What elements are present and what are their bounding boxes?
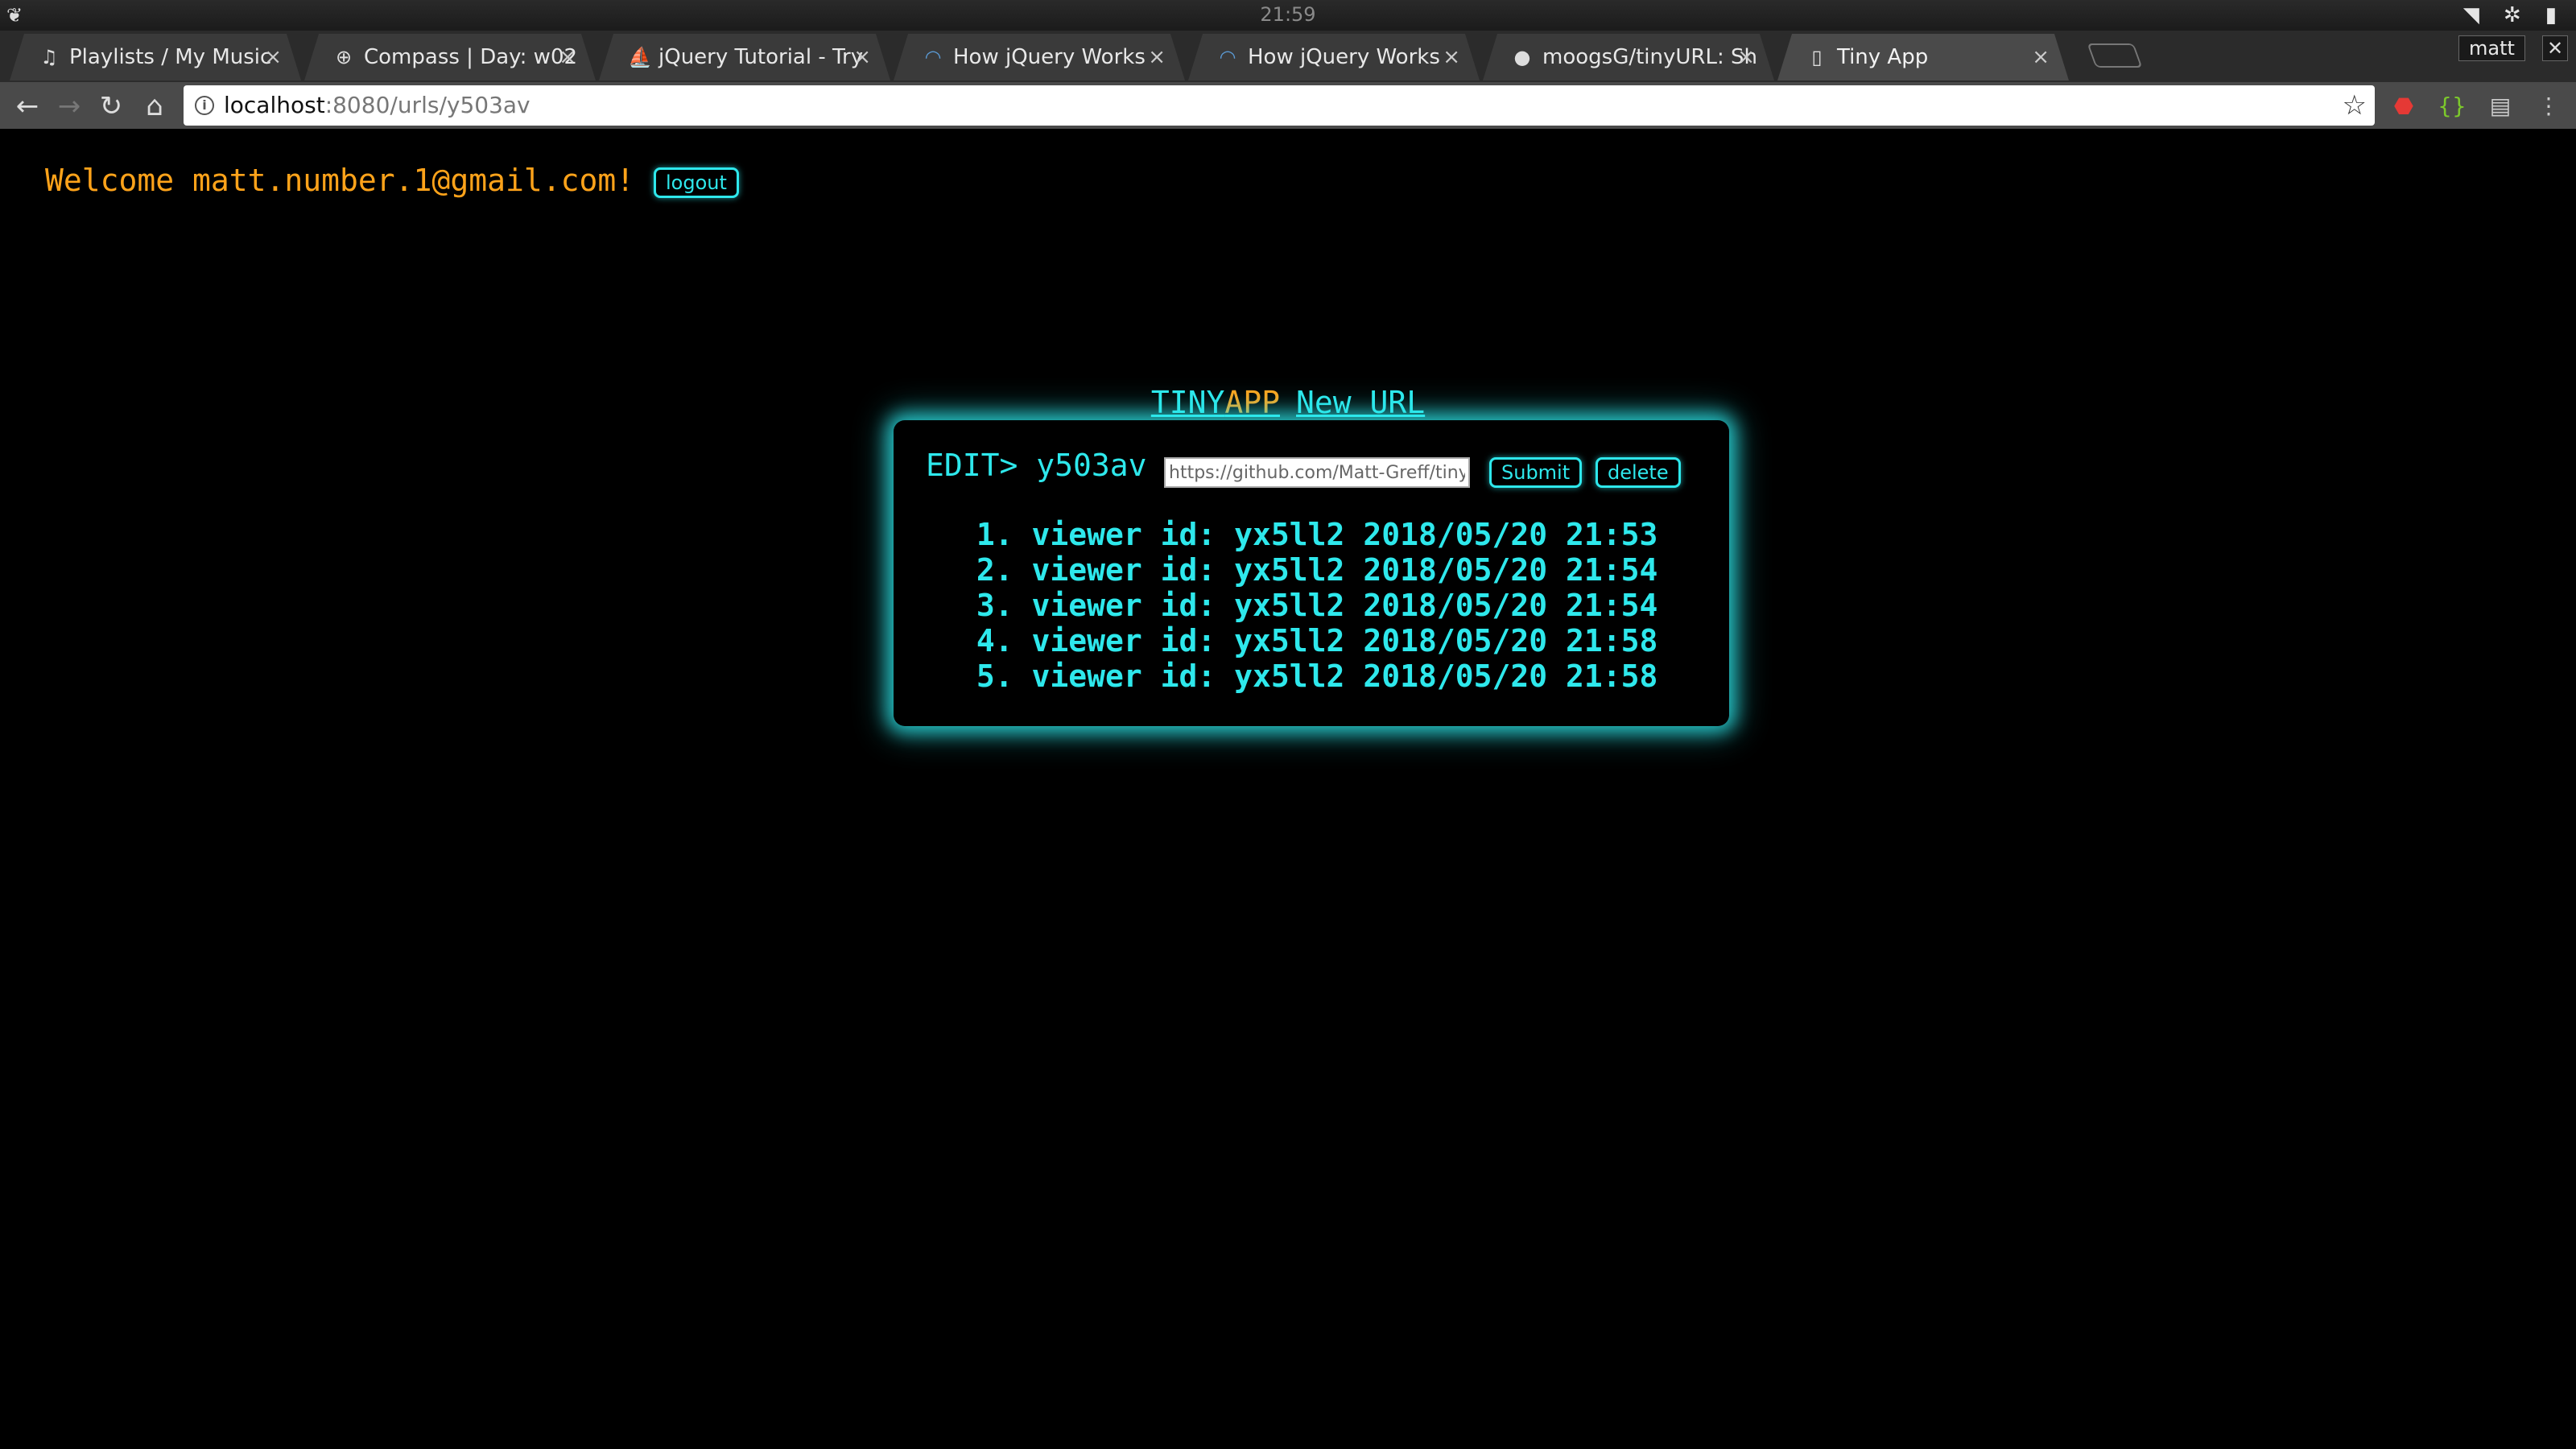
print-extension-icon[interactable]: ▤ [2484,90,2516,122]
tab-title: Compass | Day: w02 [364,45,578,69]
close-icon[interactable]: × [1148,34,1166,80]
list-item: 3. viewer id: yx5ll2 2018/05/20 21:54 [958,588,1658,623]
list-item: 2. viewer id: yx5ll2 2018/05/20 21:54 [958,552,1658,588]
close-icon[interactable]: × [1737,34,1755,80]
title-tiny: TINY [1150,385,1225,420]
page-title: TINYAPP New URL [0,385,2576,420]
jquery-icon: ◠ [1219,46,1236,68]
tab-title: moogsG/tinyURL: Sh [1542,45,1757,69]
tab-title: Tiny App [1837,45,1929,69]
browser-toolbar: ← → ↻ ⌂ i localhost:8080/urls/y503av ☆ ⬣… [0,82,2576,129]
menu-kebab-icon[interactable]: ⋮ [2533,90,2565,122]
jquery-icon: ◠ [924,46,942,68]
tab-tiny-app[interactable]: ▯ Tiny App × [1777,34,2069,80]
close-icon[interactable]: × [1443,34,1460,80]
forward-arrow-icon[interactable]: → [53,90,85,122]
new-tab-button[interactable] [2087,43,2143,68]
settings-icon[interactable]: ✲ [2504,3,2521,27]
tab-github-tinyurl[interactable]: ● moogsG/tinyURL: Sh × [1483,34,1774,80]
address-bar[interactable]: i localhost:8080/urls/y503av ☆ [184,85,2375,126]
window-close-button[interactable]: ✕ [2542,35,2568,61]
close-icon[interactable]: × [853,34,871,80]
home-icon[interactable]: ⌂ [138,90,171,122]
tab-playlists[interactable]: ♫ Playlists / My Music × [10,34,301,80]
welcome-message: Welcome matt.number.1@gmail.com! [45,163,635,198]
tab-title: How jQuery Works [1248,45,1440,69]
music-icon: ♫ [40,46,58,68]
profile-button[interactable]: matt [2458,35,2525,61]
viewer-entry: 5. viewer id: yx5ll2 2018/05/20 21:58 [958,658,1658,694]
system-tray: ◥ ✲ ▮ [2463,3,2557,27]
bookmark-star-icon[interactable]: ☆ [2343,85,2367,126]
system-clock: 21:59 [1260,3,1316,26]
info-icon[interactable]: i [195,96,214,115]
tab-title: How jQuery Works [953,45,1146,69]
tab-compass[interactable]: ⊕ Compass | Day: w02 × [304,34,596,80]
close-icon[interactable]: × [264,34,282,80]
os-top-panel: ❦ 21:59 ◥ ✲ ▮ [0,0,2576,31]
list-item: 5. viewer id: yx5ll2 2018/05/20 21:58 [958,658,1658,694]
viewer-list: 1. viewer id: yx5ll2 2018/05/20 21:53 2.… [958,517,1658,694]
github-icon: ● [1513,46,1531,68]
address-path: :8080/urls/y503av [324,92,530,118]
tab-title: jQuery Tutorial - Try [658,45,864,69]
submit-button[interactable]: Submit [1489,457,1583,488]
tinyapp-home-link[interactable]: TINYAPP [1151,385,1280,420]
viewer-entry: 3. viewer id: yx5ll2 2018/05/20 21:54 [958,588,1658,623]
tab-jquery-tutorial[interactable]: ⛵ jQuery Tutorial - Try × [599,34,890,80]
battery-icon[interactable]: ▮ [2545,3,2557,27]
page-content: Welcome matt.number.1@gmail.com! logout … [0,129,2576,1449]
viewer-entry: 1. viewer id: yx5ll2 2018/05/20 21:53 [958,517,1658,552]
wifi-icon[interactable]: ◥ [2463,3,2479,27]
edit-url-panel: EDIT> y503av Submit delete 1. viewer id:… [894,420,1729,726]
tab-how-jquery-works-1[interactable]: ◠ How jQuery Works × [894,34,1185,80]
compass-icon: ⊕ [335,46,353,68]
list-item: 4. viewer id: yx5ll2 2018/05/20 21:58 [958,623,1658,658]
close-icon[interactable]: × [2032,34,2050,80]
tab-how-jquery-works-2[interactable]: ◠ How jQuery Works × [1188,34,1480,80]
edit-label: EDIT> y503av [926,448,1147,483]
json-extension-icon[interactable]: {} [2436,90,2468,122]
title-app: APP [1224,385,1280,420]
viewer-entry: 4. viewer id: yx5ll2 2018/05/20 21:58 [958,623,1658,658]
long-url-input[interactable] [1164,457,1470,488]
new-url-link[interactable]: New URL [1296,385,1425,420]
close-icon[interactable]: × [559,34,576,80]
jquery-icon: ⛵ [628,46,652,68]
tab-strip: ♫ Playlists / My Music × ⊕ Compass | Day… [0,31,2576,82]
back-arrow-icon[interactable]: ← [11,90,43,122]
list-item: 1. viewer id: yx5ll2 2018/05/20 21:53 [958,517,1658,552]
tab-title: Playlists / My Music [69,45,272,69]
address-host: localhost [224,92,325,118]
page-icon: ▯ [1811,46,1823,68]
reload-icon[interactable]: ↻ [95,90,127,122]
logout-button[interactable]: logout [654,167,739,198]
adblock-extension-icon[interactable]: ⬣ [2388,90,2420,122]
delete-button[interactable]: delete [1596,457,1681,488]
viewer-entry: 2. viewer id: yx5ll2 2018/05/20 21:54 [958,552,1658,588]
